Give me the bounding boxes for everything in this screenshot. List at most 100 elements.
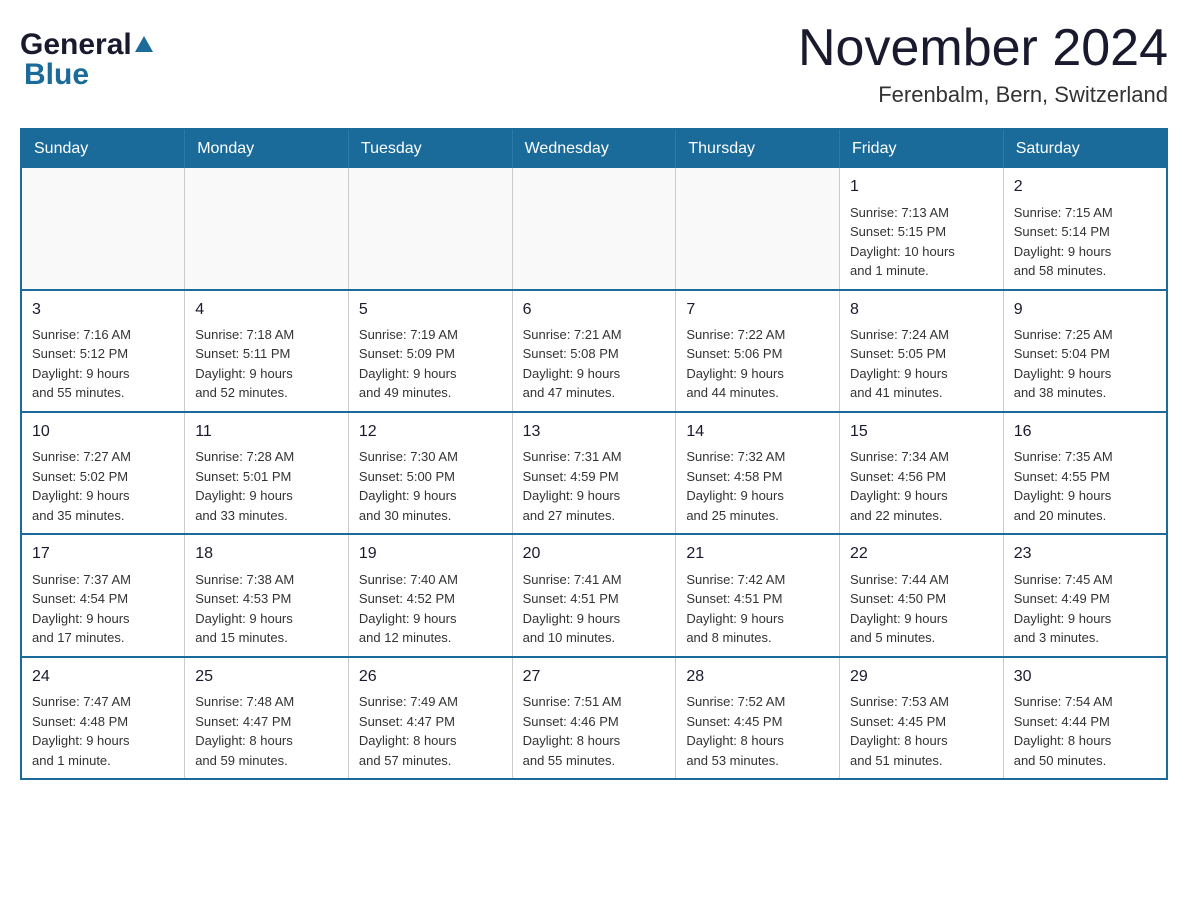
day-info: Sunrise: 7:51 AM Sunset: 4:46 PM Dayligh… bbox=[523, 692, 666, 770]
calendar-cell bbox=[21, 168, 185, 289]
day-info: Sunrise: 7:22 AM Sunset: 5:06 PM Dayligh… bbox=[686, 325, 829, 403]
calendar-cell: 17 Sunrise: 7:37 AM Sunset: 4:54 PM Dayli… bbox=[21, 534, 185, 656]
day-number: 15 bbox=[850, 421, 993, 443]
weekday-header: Monday bbox=[185, 129, 349, 168]
calendar-cell: 9 Sunrise: 7:25 AM Sunset: 5:04 PM Daylig… bbox=[1003, 290, 1167, 412]
day-info: Sunrise: 7:25 AM Sunset: 5:04 PM Dayligh… bbox=[1014, 325, 1156, 403]
day-number: 13 bbox=[523, 421, 666, 443]
calendar-cell: 24 Sunrise: 7:47 AM Sunset: 4:48 PM Dayli… bbox=[21, 657, 185, 779]
day-number: 24 bbox=[32, 666, 174, 688]
calendar-cell: 20 Sunrise: 7:41 AM Sunset: 4:51 PM Dayli… bbox=[512, 534, 676, 656]
calendar-cell: 8 Sunrise: 7:24 AM Sunset: 5:05 PM Daylig… bbox=[840, 290, 1004, 412]
day-number: 3 bbox=[32, 299, 174, 321]
day-number: 5 bbox=[359, 299, 502, 321]
day-info: Sunrise: 7:19 AM Sunset: 5:09 PM Dayligh… bbox=[359, 325, 502, 403]
day-number: 8 bbox=[850, 299, 993, 321]
day-number: 29 bbox=[850, 666, 993, 688]
day-number: 20 bbox=[523, 543, 666, 565]
page-header: General Blue November 2024 Ferenbalm, Be… bbox=[20, 20, 1168, 108]
calendar-week-row: 3 Sunrise: 7:16 AM Sunset: 5:12 PM Daylig… bbox=[21, 290, 1167, 412]
weekday-header: Tuesday bbox=[348, 129, 512, 168]
day-number: 14 bbox=[686, 421, 829, 443]
calendar-cell bbox=[348, 168, 512, 289]
day-info: Sunrise: 7:21 AM Sunset: 5:08 PM Dayligh… bbox=[523, 325, 666, 403]
calendar-cell: 28 Sunrise: 7:52 AM Sunset: 4:45 PM Dayli… bbox=[676, 657, 840, 779]
calendar-cell: 13Sunrise: 7:31 AM Sunset: 4:59 PM Dayli… bbox=[512, 412, 676, 534]
day-number: 28 bbox=[686, 666, 829, 688]
day-info: Sunrise: 7:37 AM Sunset: 4:54 PM Dayligh… bbox=[32, 570, 174, 648]
day-info: Sunrise: 7:48 AM Sunset: 4:47 PM Dayligh… bbox=[195, 692, 338, 770]
calendar-cell: 25Sunrise: 7:48 AM Sunset: 4:47 PM Dayli… bbox=[185, 657, 349, 779]
day-info: Sunrise: 7:34 AM Sunset: 4:56 PM Dayligh… bbox=[850, 447, 993, 525]
day-info: Sunrise: 7:52 AM Sunset: 4:45 PM Dayligh… bbox=[686, 692, 829, 770]
day-number: 23 bbox=[1014, 543, 1156, 565]
calendar-cell: 5 Sunrise: 7:19 AM Sunset: 5:09 PM Daylig… bbox=[348, 290, 512, 412]
day-number: 26 bbox=[359, 666, 502, 688]
day-info: Sunrise: 7:45 AM Sunset: 4:49 PM Dayligh… bbox=[1014, 570, 1156, 648]
logo-blue-text: Blue bbox=[24, 60, 156, 90]
day-number: 16 bbox=[1014, 421, 1156, 443]
calendar-cell: 18Sunrise: 7:38 AM Sunset: 4:53 PM Dayli… bbox=[185, 534, 349, 656]
day-number: 11 bbox=[195, 421, 338, 443]
day-info: Sunrise: 7:30 AM Sunset: 5:00 PM Dayligh… bbox=[359, 447, 502, 525]
title-section: November 2024 Ferenbalm, Bern, Switzerla… bbox=[798, 20, 1168, 108]
calendar-cell: 14 Sunrise: 7:32 AM Sunset: 4:58 PM Dayli… bbox=[676, 412, 840, 534]
day-number: 21 bbox=[686, 543, 829, 565]
day-number: 1 bbox=[850, 176, 993, 198]
day-info: Sunrise: 7:49 AM Sunset: 4:47 PM Dayligh… bbox=[359, 692, 502, 770]
calendar-week-row: 1 Sunrise: 7:13 AM Sunset: 5:15 PM Daylig… bbox=[21, 168, 1167, 289]
day-info: Sunrise: 7:18 AM Sunset: 5:11 PM Dayligh… bbox=[195, 325, 338, 403]
month-title: November 2024 bbox=[798, 20, 1168, 77]
day-info: Sunrise: 7:35 AM Sunset: 4:55 PM Dayligh… bbox=[1014, 447, 1156, 525]
logo-arrow-icon bbox=[133, 34, 155, 56]
day-info: Sunrise: 7:44 AM Sunset: 4:50 PM Dayligh… bbox=[850, 570, 993, 648]
logo: General Blue bbox=[20, 20, 156, 90]
day-info: Sunrise: 7:32 AM Sunset: 4:58 PM Dayligh… bbox=[686, 447, 829, 525]
day-info: Sunrise: 7:41 AM Sunset: 4:51 PM Dayligh… bbox=[523, 570, 666, 648]
day-info: Sunrise: 7:38 AM Sunset: 4:53 PM Dayligh… bbox=[195, 570, 338, 648]
day-info: Sunrise: 7:24 AM Sunset: 5:05 PM Dayligh… bbox=[850, 325, 993, 403]
calendar-cell: 7 Sunrise: 7:22 AM Sunset: 5:06 PM Daylig… bbox=[676, 290, 840, 412]
weekday-header-row: SundayMondayTuesdayWednesdayThursdayFrid… bbox=[21, 129, 1167, 168]
day-number: 17 bbox=[32, 543, 174, 565]
calendar-cell: 11 Sunrise: 7:28 AM Sunset: 5:01 PM Dayli… bbox=[185, 412, 349, 534]
day-number: 9 bbox=[1014, 299, 1156, 321]
weekday-header: Friday bbox=[840, 129, 1004, 168]
day-info: Sunrise: 7:40 AM Sunset: 4:52 PM Dayligh… bbox=[359, 570, 502, 648]
day-info: Sunrise: 7:13 AM Sunset: 5:15 PM Dayligh… bbox=[850, 203, 993, 281]
day-info: Sunrise: 7:42 AM Sunset: 4:51 PM Dayligh… bbox=[686, 570, 829, 648]
calendar-cell: 4 Sunrise: 7:18 AM Sunset: 5:11 PM Daylig… bbox=[185, 290, 349, 412]
calendar-cell: 27 Sunrise: 7:51 AM Sunset: 4:46 PM Dayli… bbox=[512, 657, 676, 779]
calendar-cell: 19Sunrise: 7:40 AM Sunset: 4:52 PM Dayli… bbox=[348, 534, 512, 656]
calendar-cell: 1 Sunrise: 7:13 AM Sunset: 5:15 PM Daylig… bbox=[840, 168, 1004, 289]
logo-general-text: General bbox=[20, 30, 132, 60]
calendar-cell: 22 Sunrise: 7:44 AM Sunset: 4:50 PM Dayli… bbox=[840, 534, 1004, 656]
day-number: 7 bbox=[686, 299, 829, 321]
day-info: Sunrise: 7:28 AM Sunset: 5:01 PM Dayligh… bbox=[195, 447, 338, 525]
day-info: Sunrise: 7:15 AM Sunset: 5:14 PM Dayligh… bbox=[1014, 203, 1156, 281]
calendar-cell: 12 Sunrise: 7:30 AM Sunset: 5:00 PM Dayli… bbox=[348, 412, 512, 534]
day-number: 4 bbox=[195, 299, 338, 321]
weekday-header: Wednesday bbox=[512, 129, 676, 168]
calendar-cell bbox=[512, 168, 676, 289]
weekday-header: Sunday bbox=[21, 129, 185, 168]
day-info: Sunrise: 7:53 AM Sunset: 4:45 PM Dayligh… bbox=[850, 692, 993, 770]
calendar-cell: 15 Sunrise: 7:34 AM Sunset: 4:56 PM Dayli… bbox=[840, 412, 1004, 534]
calendar-week-row: 24 Sunrise: 7:47 AM Sunset: 4:48 PM Dayli… bbox=[21, 657, 1167, 779]
logo-line1: General bbox=[20, 30, 156, 60]
day-number: 12 bbox=[359, 421, 502, 443]
calendar-week-row: 10Sunrise: 7:27 AM Sunset: 5:02 PM Dayli… bbox=[21, 412, 1167, 534]
day-info: Sunrise: 7:54 AM Sunset: 4:44 PM Dayligh… bbox=[1014, 692, 1156, 770]
calendar-cell: 23 Sunrise: 7:45 AM Sunset: 4:49 PM Dayli… bbox=[1003, 534, 1167, 656]
calendar-cell: 16 Sunrise: 7:35 AM Sunset: 4:55 PM Dayli… bbox=[1003, 412, 1167, 534]
calendar-cell bbox=[185, 168, 349, 289]
day-info: Sunrise: 7:47 AM Sunset: 4:48 PM Dayligh… bbox=[32, 692, 174, 770]
day-number: 27 bbox=[523, 666, 666, 688]
day-number: 10 bbox=[32, 421, 174, 443]
day-number: 22 bbox=[850, 543, 993, 565]
calendar-cell: 3 Sunrise: 7:16 AM Sunset: 5:12 PM Daylig… bbox=[21, 290, 185, 412]
location-text: Ferenbalm, Bern, Switzerland bbox=[798, 82, 1168, 108]
day-number: 6 bbox=[523, 299, 666, 321]
calendar-week-row: 17 Sunrise: 7:37 AM Sunset: 4:54 PM Dayli… bbox=[21, 534, 1167, 656]
day-info: Sunrise: 7:16 AM Sunset: 5:12 PM Dayligh… bbox=[32, 325, 174, 403]
